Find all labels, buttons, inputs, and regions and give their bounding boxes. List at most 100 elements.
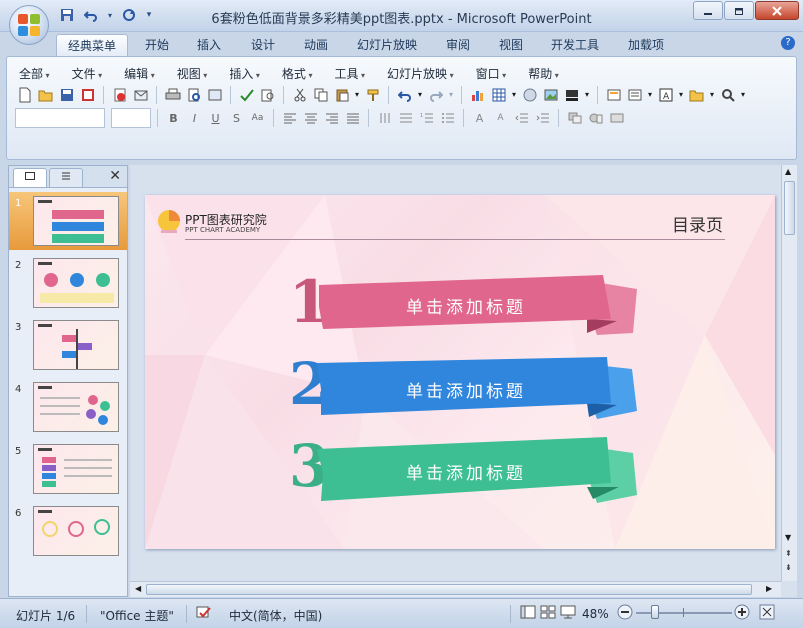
increase-indent-icon[interactable] <box>533 109 552 128</box>
text-direction-icon[interactable] <box>375 109 394 128</box>
office-button[interactable] <box>9 5 49 45</box>
new-slide-icon[interactable] <box>604 85 623 104</box>
tab-slideshow[interactable]: 幻灯片放映 <box>350 34 424 56</box>
table-dropdown-icon[interactable]: ▾ <box>510 85 518 104</box>
normal-view-icon[interactable] <box>520 605 536 622</box>
tab-addins[interactable]: 加载项 <box>620 34 672 56</box>
shapes-icon[interactable] <box>586 109 605 128</box>
theme-name[interactable]: "Office 主题" <box>100 607 174 624</box>
text-box-icon[interactable]: A <box>656 85 675 104</box>
hscroll-thumb[interactable] <box>146 584 752 595</box>
menu-file[interactable]: 文件 <box>72 65 103 82</box>
tab-classic-menu[interactable]: 经典菜单 <box>56 34 128 56</box>
help-icon[interactable]: ? <box>781 36 795 50</box>
copy-icon[interactable] <box>311 85 330 104</box>
slide-thumbnail-row[interactable]: 2 <box>9 254 127 312</box>
increase-font-icon[interactable]: A <box>470 109 489 128</box>
insert-picture-icon[interactable] <box>541 85 560 104</box>
menu-all[interactable]: 全部 <box>19 65 50 82</box>
layout-icon[interactable] <box>625 85 644 104</box>
slide-thumbnail[interactable] <box>33 196 119 246</box>
menu-edit[interactable]: 编辑 <box>124 65 155 82</box>
scroll-left-icon[interactable]: ◀ <box>135 584 141 593</box>
open-folder-icon[interactable] <box>36 85 55 104</box>
next-slide-icon[interactable]: ⇟ <box>785 563 792 572</box>
scroll-down-icon[interactable]: ▼ <box>785 533 791 542</box>
italic-icon[interactable]: I <box>185 109 204 128</box>
item-label-2[interactable]: 单击添加标题 <box>321 377 611 402</box>
previous-slide-icon[interactable]: ⇞ <box>785 549 792 558</box>
tab-home[interactable]: 开始 <box>136 34 178 56</box>
font-name-combo[interactable] <box>15 108 105 128</box>
vertical-scrollbar[interactable]: ▲ ▼ ⇞ ⇟ <box>781 165 797 581</box>
item-label-1[interactable]: 单击添加标题 <box>321 293 611 318</box>
format-painter-icon[interactable] <box>363 85 382 104</box>
current-slide[interactable]: PPT图表研究院 PPT CHART ACADEMY 目录页 1 单击添加标题 … <box>145 195 775 549</box>
align-center-icon[interactable] <box>301 109 320 128</box>
bullets-icon[interactable] <box>438 109 457 128</box>
redo-dropdown-icon[interactable]: ▾ <box>447 85 455 104</box>
slide-thumbnail-row[interactable]: 1 <box>9 192 127 250</box>
clipart-icon[interactable] <box>520 85 539 104</box>
email-icon[interactable] <box>131 85 150 104</box>
cut-icon[interactable] <box>290 85 309 104</box>
tab-review[interactable]: 审阅 <box>437 34 479 56</box>
menu-tools[interactable]: 工具 <box>334 65 365 82</box>
close-button[interactable] <box>755 1 799 20</box>
minimize-button[interactable] <box>693 1 723 20</box>
tab-slides-view[interactable] <box>13 168 47 187</box>
align-text-icon[interactable] <box>396 109 415 128</box>
justify-icon[interactable] <box>343 109 362 128</box>
search-icon[interactable] <box>718 85 737 104</box>
zoom-level[interactable]: 48% <box>582 607 609 621</box>
horizontal-scrollbar[interactable]: ◀ ▶ <box>130 581 781 597</box>
menu-format[interactable]: 格式 <box>282 65 313 82</box>
font-size-combo[interactable] <box>111 108 151 128</box>
search-dropdown-icon[interactable]: ▾ <box>739 85 747 104</box>
folder-dropdown-icon[interactable]: ▾ <box>708 85 716 104</box>
slide-thumbnail[interactable] <box>33 258 119 308</box>
arrange-icon[interactable] <box>565 109 584 128</box>
scroll-up-icon[interactable]: ▲ <box>785 167 791 176</box>
tab-insert[interactable]: 插入 <box>188 34 230 56</box>
menu-view[interactable]: 视图 <box>177 65 208 82</box>
menu-help[interactable]: 帮助 <box>528 65 559 82</box>
insert-chart-icon[interactable] <box>468 85 487 104</box>
slide-thumbnail[interactable] <box>33 506 119 556</box>
paste-dropdown-icon[interactable]: ▾ <box>353 85 361 104</box>
redo-icon[interactable] <box>426 85 445 104</box>
slide-thumbnail[interactable] <box>33 320 119 370</box>
slide-view-icon[interactable] <box>205 85 224 104</box>
slide-thumbnail[interactable] <box>33 382 119 432</box>
close-pane-icon[interactable]: ✕ <box>109 168 121 184</box>
bold-icon[interactable]: B <box>164 109 183 128</box>
char-spacing-icon[interactable]: Aa <box>248 109 267 128</box>
align-left-icon[interactable] <box>280 109 299 128</box>
paste-icon[interactable] <box>332 85 351 104</box>
undo-icon[interactable] <box>395 85 414 104</box>
slide-thumbnail[interactable] <box>33 444 119 494</box>
shape-fill-icon[interactable] <box>607 109 626 128</box>
shadow-icon[interactable]: S <box>227 109 246 128</box>
print-icon[interactable] <box>163 85 182 104</box>
slide-thumbnail-row[interactable]: 3 <box>9 316 127 374</box>
menu-window[interactable]: 窗口 <box>476 65 507 82</box>
tab-animations[interactable]: 动画 <box>295 34 337 56</box>
zoom-in-icon[interactable] <box>734 604 750 623</box>
scroll-thumb[interactable] <box>784 181 795 235</box>
spelling-icon[interactable] <box>237 85 256 104</box>
decrease-font-icon[interactable]: A <box>491 109 510 128</box>
insert-table-icon[interactable] <box>489 85 508 104</box>
numbering-icon[interactable]: 1 <box>417 109 436 128</box>
research-icon[interactable] <box>258 85 277 104</box>
menu-insert[interactable]: 插入 <box>229 65 260 82</box>
slide-thumbnail-row[interactable]: 6 <box>9 502 127 560</box>
tab-outline-view[interactable] <box>49 168 83 187</box>
restore-button[interactable] <box>724 1 754 20</box>
text-box-dropdown-icon[interactable]: ▾ <box>677 85 685 104</box>
zoom-slider-thumb[interactable] <box>651 605 659 619</box>
item-label-3[interactable]: 单击添加标题 <box>321 459 611 484</box>
align-right-icon[interactable] <box>322 109 341 128</box>
slideshow-icon[interactable] <box>560 605 576 622</box>
fill-color-icon[interactable] <box>562 85 581 104</box>
